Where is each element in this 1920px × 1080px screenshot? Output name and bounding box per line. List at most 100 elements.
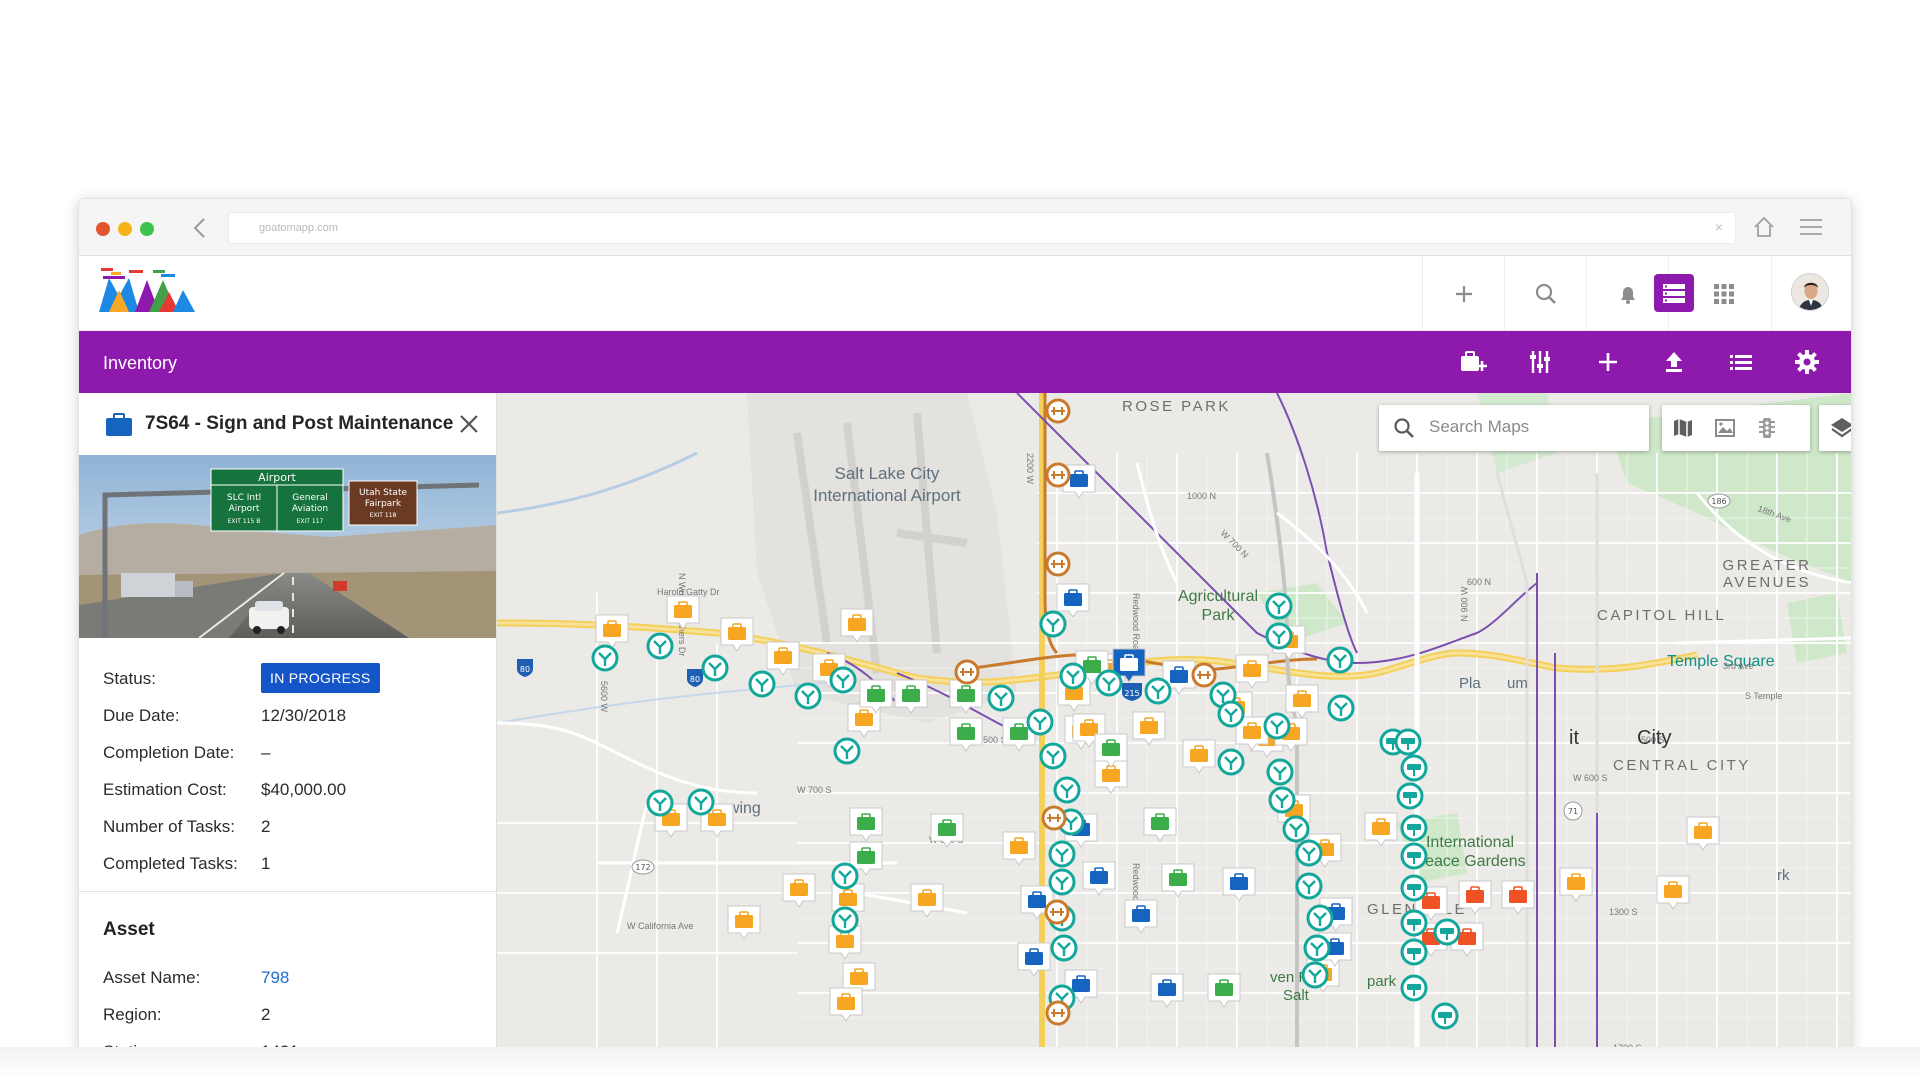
post-marker[interactable] [1094, 668, 1124, 698]
task-marker[interactable] [1129, 709, 1169, 749]
task-marker[interactable] [1179, 737, 1219, 777]
post-marker[interactable] [828, 665, 858, 695]
post-marker[interactable] [1264, 621, 1294, 651]
hamburger-menu-icon[interactable] [1797, 213, 1825, 241]
sign-marker[interactable] [1399, 841, 1429, 871]
post-marker[interactable] [1038, 741, 1068, 771]
traffic-view-button[interactable] [1746, 405, 1788, 451]
task-marker[interactable] [1556, 865, 1596, 905]
user-avatar[interactable] [1791, 273, 1829, 311]
post-marker[interactable] [1294, 871, 1324, 901]
task-marker[interactable] [724, 903, 764, 943]
post-marker[interactable] [793, 681, 823, 711]
route-node-marker[interactable] [1190, 661, 1218, 689]
post-marker[interactable] [1216, 699, 1246, 729]
post-marker[interactable] [1267, 785, 1297, 815]
task-marker[interactable] [907, 881, 947, 921]
address-bar[interactable]: goatomapp.com × [229, 213, 1735, 243]
post-marker[interactable] [1049, 933, 1079, 963]
goatomapp-logo[interactable] [97, 268, 197, 314]
task-marker[interactable] [1683, 814, 1723, 854]
task-marker[interactable] [1079, 859, 1119, 899]
minimize-window-dot[interactable] [118, 222, 132, 236]
post-marker[interactable] [1047, 867, 1077, 897]
close-window-dot[interactable] [96, 222, 110, 236]
task-marker[interactable] [1091, 731, 1131, 771]
list-view-toggle[interactable] [1654, 274, 1694, 312]
post-marker[interactable] [832, 736, 862, 766]
task-marker[interactable] [1140, 805, 1180, 845]
task-marker[interactable] [946, 715, 986, 755]
clear-url-icon[interactable]: × [1715, 219, 1723, 235]
close-icon[interactable] [457, 412, 481, 436]
map-search-input[interactable] [1429, 417, 1629, 437]
grid-view-toggle[interactable] [1712, 282, 1736, 306]
route-node-marker[interactable] [1044, 999, 1072, 1027]
map-view[interactable]: 80 80 215 80 186 172 71 Salt Lake City I… [497, 393, 1851, 1052]
add-item-button[interactable] [1591, 345, 1625, 379]
post-marker[interactable] [1038, 609, 1068, 639]
task-marker[interactable] [1147, 971, 1187, 1011]
task-marker[interactable] [717, 615, 757, 655]
task-marker[interactable] [1455, 878, 1495, 918]
sign-marker[interactable] [1399, 753, 1429, 783]
task-marker[interactable] [1121, 897, 1161, 937]
post-marker[interactable] [1302, 933, 1332, 963]
create-button[interactable] [1422, 256, 1504, 331]
task-marker[interactable] [1498, 878, 1538, 918]
sign-marker[interactable] [1432, 917, 1462, 947]
post-marker[interactable] [830, 861, 860, 891]
sign-marker[interactable] [1395, 781, 1425, 811]
post-marker[interactable] [1047, 839, 1077, 869]
post-marker[interactable] [700, 653, 730, 683]
route-node-marker[interactable] [1044, 461, 1072, 489]
task-marker[interactable] [1653, 873, 1693, 913]
task-marker[interactable] [999, 829, 1039, 869]
post-marker[interactable] [1294, 838, 1324, 868]
list-button[interactable] [1724, 345, 1758, 379]
post-marker[interactable] [590, 643, 620, 673]
map-search-box[interactable] [1379, 405, 1649, 451]
task-marker[interactable] [837, 606, 877, 646]
layers-button[interactable] [1819, 405, 1851, 451]
post-marker[interactable] [1216, 747, 1246, 777]
post-marker[interactable] [1264, 591, 1294, 621]
task-marker[interactable] [1158, 861, 1198, 901]
task-marker[interactable] [1014, 940, 1054, 980]
home-icon[interactable] [1750, 213, 1778, 241]
sign-marker[interactable] [1399, 873, 1429, 903]
sign-marker[interactable] [1399, 813, 1429, 843]
asset-name-link[interactable]: 798 [261, 968, 289, 988]
task-marker[interactable] [1232, 652, 1272, 692]
post-marker[interactable] [747, 669, 777, 699]
post-marker[interactable] [1300, 960, 1330, 990]
sign-marker[interactable] [1399, 937, 1429, 967]
post-marker[interactable] [1025, 707, 1055, 737]
post-marker[interactable] [645, 788, 675, 818]
post-marker[interactable] [1052, 775, 1082, 805]
task-marker[interactable] [1204, 971, 1244, 1011]
post-marker[interactable] [1326, 693, 1356, 723]
sign-marker[interactable] [1430, 1001, 1460, 1031]
sign-marker[interactable] [1399, 908, 1429, 938]
task-marker[interactable] [1219, 865, 1259, 905]
task-marker[interactable] [927, 811, 967, 851]
post-marker[interactable] [1325, 645, 1355, 675]
filter-button[interactable] [1523, 345, 1557, 379]
post-marker[interactable] [1305, 903, 1335, 933]
post-marker[interactable] [1265, 757, 1295, 787]
maximize-window-dot[interactable] [140, 222, 154, 236]
task-marker[interactable] [663, 593, 703, 633]
task-marker[interactable] [891, 677, 931, 717]
post-marker[interactable] [645, 631, 675, 661]
post-marker[interactable] [986, 683, 1016, 713]
add-project-button[interactable] [1456, 345, 1490, 379]
settings-button[interactable] [1790, 345, 1824, 379]
post-marker[interactable] [1262, 711, 1292, 741]
route-node-marker[interactable] [1044, 397, 1072, 425]
task-marker[interactable] [1361, 810, 1401, 850]
task-marker[interactable] [826, 985, 866, 1025]
search-button[interactable] [1504, 256, 1586, 331]
post-marker[interactable] [830, 905, 860, 935]
satellite-view-button[interactable] [1704, 405, 1746, 451]
